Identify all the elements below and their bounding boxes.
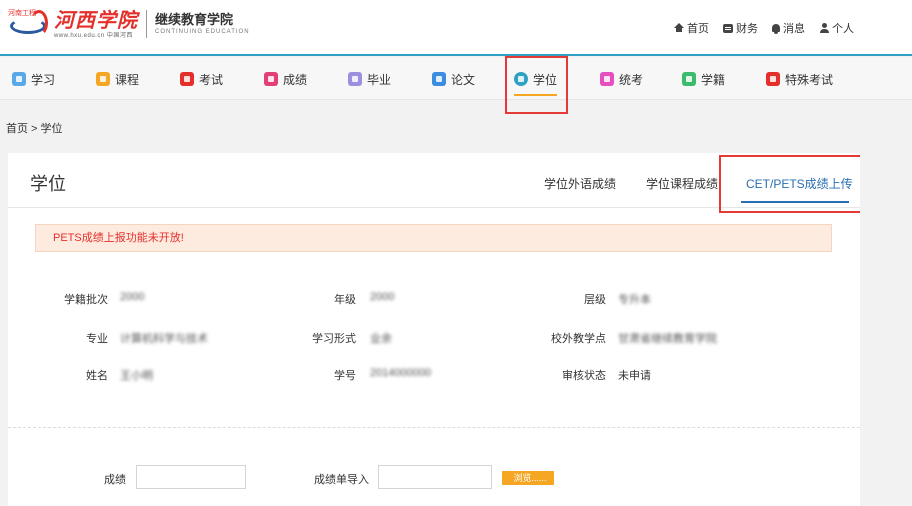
name-value: 王小明: [120, 370, 153, 382]
student-id-label: 学号: [334, 370, 356, 382]
logo-emblem-icon: 河南工程: [8, 8, 50, 40]
level-label: 层级: [584, 294, 606, 306]
nav-item-enrollment[interactable]: 学籍: [682, 58, 725, 100]
center-value: 甘肃省继续教育学院: [618, 333, 717, 345]
top-links: 首页 财务 消息 个人: [674, 20, 854, 36]
study-mode-value: 业余: [370, 333, 392, 345]
main-nav: 学习 课程 考试 成绩 毕业 论文 学位 统考 学籍 特殊考试: [0, 58, 912, 100]
batch-label: 学籍批次: [64, 294, 108, 306]
top-header: 河南工程 河西学院 www.hxu.edu.cn 中国河西 继续教育学院 CON…: [0, 0, 912, 56]
unified-exam-icon: [600, 72, 614, 86]
top-link-messages[interactable]: 消息: [772, 20, 805, 36]
bell-icon: [772, 24, 780, 34]
breadcrumb: 首页 > 学位: [6, 123, 63, 135]
transcript-file-input[interactable]: [378, 465, 492, 489]
nav-item-graduation[interactable]: 毕业: [348, 58, 391, 100]
center-label: 校外教学点: [551, 333, 606, 345]
browse-button[interactable]: 浏览......: [502, 471, 554, 485]
alert-message: PETS成绩上报功能未开放!: [35, 224, 832, 252]
grade-value: 2000: [370, 291, 395, 303]
transcript-import-label: 成绩单导入: [314, 474, 369, 486]
student-id-value: 2014000000: [370, 367, 432, 379]
special-exam-icon: [766, 72, 780, 86]
score-label: 成绩: [104, 474, 126, 486]
logo-brand-name: 河西学院: [54, 7, 138, 32]
graduation-icon: [348, 72, 362, 86]
thesis-icon: [432, 72, 446, 86]
study-icon: [12, 72, 26, 86]
level-value: 专升本: [618, 294, 651, 306]
site-logo[interactable]: 河南工程 河西学院 www.hxu.edu.cn 中国河西 继续教育学院 CON…: [8, 6, 250, 42]
nav-item-grades[interactable]: 成绩: [264, 58, 307, 100]
course-icon: [96, 72, 110, 86]
top-link-profile[interactable]: 个人: [819, 20, 854, 36]
nav-item-study[interactable]: 学习: [12, 58, 55, 100]
review-status-value: 未申请: [618, 370, 651, 382]
college-name: 继续教育学院: [155, 13, 234, 28]
highlight-box-cet-tab: [719, 155, 868, 213]
nav-item-special-exam[interactable]: 特殊考试: [766, 58, 833, 100]
top-link-finance[interactable]: 财务: [723, 20, 758, 36]
enrollment-icon: [682, 72, 696, 86]
wallet-icon: [723, 23, 733, 33]
college-name-en: CONTINUING EDUCATION: [155, 29, 250, 35]
score-input[interactable]: [136, 465, 246, 489]
tab-degree-language-score[interactable]: 学位外语成绩: [544, 175, 616, 192]
study-mode-label: 学习形式: [312, 333, 356, 345]
exam-icon: [180, 72, 194, 86]
name-label: 姓名: [86, 370, 108, 382]
top-link-home[interactable]: 首页: [674, 20, 709, 36]
major-value: 计算机科学与技术: [120, 333, 208, 345]
section-divider: [8, 427, 860, 428]
nav-item-thesis[interactable]: 论文: [432, 58, 475, 100]
logo-brand-url: www.hxu.edu.cn 中国河西: [54, 32, 133, 39]
home-icon: [674, 22, 684, 32]
highlight-box-degree-nav: [505, 56, 568, 114]
major-label: 专业: [86, 333, 108, 345]
grades-icon: [264, 72, 278, 86]
page-title: 学位: [30, 174, 66, 194]
nav-item-courses[interactable]: 课程: [96, 58, 139, 100]
nav-item-exams[interactable]: 考试: [180, 58, 223, 100]
nav-item-unified-exam[interactable]: 统考: [600, 58, 643, 100]
batch-value: 2000: [120, 291, 145, 303]
grade-label: 年级: [334, 294, 356, 306]
page-background-strip: [860, 153, 912, 506]
review-status-label: 审核状态: [562, 370, 606, 382]
user-icon: [819, 23, 829, 33]
tab-degree-course-score[interactable]: 学位课程成绩: [646, 175, 718, 192]
